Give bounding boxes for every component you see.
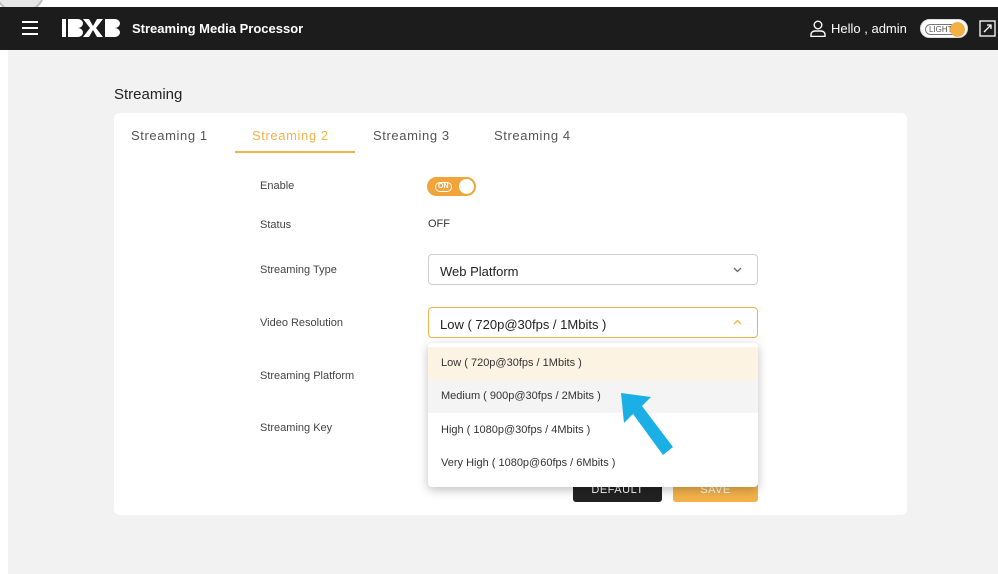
tab-streaming-1[interactable]: Streaming 1 — [131, 128, 208, 143]
status-label: Status — [260, 219, 292, 231]
fullscreen-icon[interactable] — [979, 20, 996, 37]
chevron-down-icon — [733, 267, 742, 273]
video-resolution-select[interactable]: Low ( 720p@30fps / 1Mbits ) — [428, 307, 758, 338]
streaming-type-value: Web Platform — [440, 264, 519, 279]
resolution-option-high[interactable]: High ( 1080p@30fps / 4Mbits ) — [428, 414, 758, 447]
streaming-type-select[interactable]: Web Platform — [428, 254, 758, 285]
app-title: Streaming Media Processor — [132, 21, 304, 36]
streaming-platform-label: Streaming Platform — [260, 370, 355, 382]
video-resolution-label: Video Resolution — [260, 317, 343, 329]
greeting-text: Hello , admin — [831, 21, 907, 36]
streaming-type-label: Streaming Type — [260, 264, 337, 276]
user-icon[interactable] — [810, 20, 826, 37]
resolution-option-medium[interactable]: Medium ( 900p@30fps / 2Mbits ) — [428, 380, 758, 413]
enable-label: Enable — [260, 180, 295, 192]
resolution-option-very-high[interactable]: Very High ( 1080p@60fps / 6Mbits ) — [428, 447, 758, 480]
page-title: Streaming — [114, 86, 183, 103]
resolution-dropdown-menu: Low ( 720p@30fps / 1Mbits ) Medium ( 900… — [428, 343, 758, 487]
video-resolution-value: Low ( 720p@30fps / 1Mbits ) — [440, 317, 607, 332]
status-value: OFF — [428, 218, 450, 230]
brand-logo — [62, 17, 120, 39]
tab-streaming-2[interactable]: Streaming 2 — [252, 128, 329, 143]
chevron-up-icon — [733, 319, 742, 325]
pointer-arrow-icon — [621, 393, 673, 455]
active-tab-indicator — [235, 151, 355, 153]
enable-toggle-text: ON — [435, 182, 452, 192]
theme-toggle[interactable]: LIGHT — [920, 19, 968, 38]
enable-toggle[interactable]: ON — [427, 177, 476, 196]
top-bar: Streaming Media Processor Hello , admin … — [0, 7, 998, 50]
resolution-option-low[interactable]: Low ( 720p@30fps / 1Mbits ) — [428, 347, 758, 380]
theme-toggle-knob — [950, 22, 965, 37]
tab-streaming-3[interactable]: Streaming 3 — [373, 128, 450, 143]
menu-icon[interactable] — [22, 21, 38, 35]
streaming-key-label: Streaming Key — [260, 422, 333, 434]
tab-streaming-4[interactable]: Streaming 4 — [494, 128, 571, 143]
enable-toggle-knob — [459, 179, 474, 194]
